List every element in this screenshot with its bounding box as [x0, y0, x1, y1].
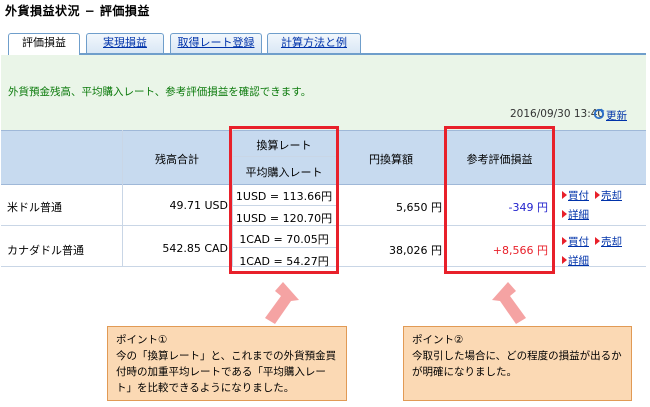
arrow-icon	[595, 237, 600, 245]
account-name: 米ドル普通	[7, 201, 62, 214]
header-yen-amount: 円換算額	[369, 153, 413, 166]
arrow-icon	[562, 191, 567, 199]
pointer-arrow-icon	[492, 282, 526, 324]
balance-value: 49.71 USD	[169, 199, 229, 212]
callout-body: 今取引した場合に、どの程度の損益が出るかが明確になりました。	[412, 350, 622, 378]
callout-body: 今の「換算レート」と、これまでの外貨預金買付時の加重平均レートである「平均購入レ…	[116, 350, 337, 394]
tab-acquisition-rate[interactable]: 取得レート登録	[170, 33, 262, 53]
callout-title: ポイント②	[412, 334, 464, 346]
sell-link[interactable]: 売却	[601, 188, 622, 203]
refresh-icon[interactable]	[593, 108, 605, 120]
update-timestamp: 2016/09/30 13:40	[510, 108, 605, 120]
tab-calculation-method[interactable]: 計算方法と例	[267, 33, 361, 53]
buy-link[interactable]: 買付	[568, 234, 589, 249]
refresh-link[interactable]: 更新	[606, 108, 627, 123]
pl-highlight-box	[444, 126, 555, 274]
tab-realized-pl[interactable]: 実現損益	[86, 33, 164, 53]
header-balance: 残高合計	[155, 153, 199, 166]
yen-amount-value: 5,650 円	[396, 201, 442, 214]
buy-link[interactable]: 買付	[568, 188, 589, 203]
arrow-icon	[595, 191, 600, 199]
yen-amount-value: 38,026 円	[389, 244, 442, 257]
account-name: カナダドル普通	[7, 244, 84, 257]
tab-evaluation-pl[interactable]: 評価損益	[8, 33, 80, 55]
intro-text: 外貨預金残高、平均購入レート、参考評価損益を確認できます。	[8, 86, 312, 98]
detail-link[interactable]: 詳細	[568, 253, 589, 268]
callout-title: ポイント①	[116, 334, 168, 346]
page-title: 外貨損益状況 − 評価損益	[5, 4, 150, 18]
rate-highlight-box	[229, 126, 339, 274]
balance-value: 542.85 CAD	[162, 242, 228, 255]
callout-point-1: ポイント① 今の「換算レート」と、これまでの外貨預金買付時の加重平均レートである…	[107, 326, 347, 401]
pointer-arrow-icon	[265, 282, 299, 324]
arrow-icon	[562, 237, 567, 245]
detail-link[interactable]: 詳細	[568, 207, 589, 222]
sell-link[interactable]: 売却	[601, 234, 622, 249]
arrow-icon	[562, 256, 567, 264]
callout-point-2: ポイント② 今取引した場合に、どの程度の損益が出るかが明確になりました。	[403, 326, 632, 401]
arrow-icon	[562, 210, 567, 218]
